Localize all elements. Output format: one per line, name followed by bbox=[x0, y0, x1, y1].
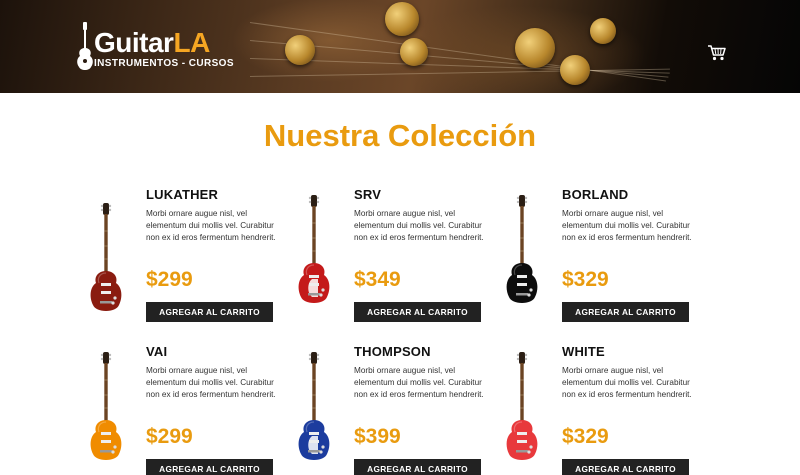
product-name: SRV bbox=[354, 187, 382, 202]
product-price: $399 bbox=[354, 425, 401, 448]
add-to-cart-button[interactable]: AGREGAR AL CARRITO bbox=[146, 302, 273, 322]
add-to-cart-button[interactable]: AGREGAR AL CARRITO bbox=[562, 459, 689, 475]
cart-icon[interactable] bbox=[707, 44, 727, 62]
product-info: LUKATHER Morbi ornare augue nisl, vel el… bbox=[146, 187, 286, 322]
product-name: VAI bbox=[146, 344, 168, 359]
tuning-peg bbox=[285, 35, 315, 65]
product-info: SRV Morbi ornare augue nisl, vel element… bbox=[354, 187, 494, 322]
tuning-peg bbox=[385, 2, 419, 36]
product-card: SRV Morbi ornare augue nisl, vel element… bbox=[294, 187, 494, 337]
brand-accent: LA bbox=[173, 27, 210, 58]
product-price: $299 bbox=[146, 425, 193, 448]
product-card: WHITE Morbi ornare augue nisl, vel eleme… bbox=[502, 344, 702, 475]
page-title: Nuestra Colección bbox=[263, 118, 537, 153]
product-card: BORLAND Morbi ornare augue nisl, vel ele… bbox=[502, 187, 702, 337]
guitar-image bbox=[294, 350, 334, 470]
product-info: THOMPSON Morbi ornare augue nisl, vel el… bbox=[354, 344, 494, 475]
product-price: $329 bbox=[562, 268, 609, 291]
product-description: Morbi ornare augue nisl, vel elementum d… bbox=[354, 209, 484, 243]
product-name: WHITE bbox=[562, 344, 605, 359]
guitar-image bbox=[294, 193, 334, 313]
add-to-cart-button[interactable]: AGREGAR AL CARRITO bbox=[354, 459, 481, 475]
guitar-image bbox=[502, 193, 542, 313]
tuning-peg bbox=[560, 55, 590, 85]
guitar-image bbox=[502, 350, 542, 470]
product-name: BORLAND bbox=[562, 187, 629, 202]
brand-primary: Guitar bbox=[94, 27, 174, 58]
site-logo[interactable]: GuitarLA INSTRUMENTOS - CURSOS bbox=[76, 22, 246, 74]
product-price: $299 bbox=[146, 268, 193, 291]
product-name: LUKATHER bbox=[146, 187, 219, 202]
guitar-string bbox=[249, 58, 670, 74]
product-price: $329 bbox=[562, 425, 609, 448]
brand-name: GuitarLA bbox=[94, 28, 210, 58]
product-info: VAI Morbi ornare augue nisl, vel element… bbox=[146, 344, 286, 475]
product-price: $349 bbox=[354, 268, 401, 291]
product-description: Morbi ornare augue nisl, vel elementum d… bbox=[146, 366, 276, 400]
product-card: THOMPSON Morbi ornare augue nisl, vel el… bbox=[294, 344, 494, 475]
guitar-image bbox=[86, 350, 126, 470]
product-description: Morbi ornare augue nisl, vel elementum d… bbox=[562, 209, 692, 243]
product-description: Morbi ornare augue nisl, vel elementum d… bbox=[146, 209, 276, 243]
tuning-peg bbox=[400, 38, 428, 66]
tuning-peg bbox=[515, 28, 555, 68]
tuning-peg bbox=[590, 18, 616, 44]
product-card: VAI Morbi ornare augue nisl, vel element… bbox=[86, 344, 286, 475]
product-info: WHITE Morbi ornare augue nisl, vel eleme… bbox=[562, 344, 702, 475]
guitar-logo-icon bbox=[77, 22, 93, 70]
product-description: Morbi ornare augue nisl, vel elementum d… bbox=[562, 366, 692, 400]
add-to-cart-button[interactable]: AGREGAR AL CARRITO bbox=[562, 302, 689, 322]
product-description: Morbi ornare augue nisl, vel elementum d… bbox=[354, 366, 484, 400]
add-to-cart-button[interactable]: AGREGAR AL CARRITO bbox=[354, 302, 481, 322]
product-card: LUKATHER Morbi ornare augue nisl, vel el… bbox=[86, 187, 286, 337]
brand-tagline: INSTRUMENTOS - CURSOS bbox=[94, 58, 234, 69]
site-header: GuitarLA INSTRUMENTOS - CURSOS bbox=[0, 0, 800, 93]
guitar-image bbox=[86, 201, 126, 321]
add-to-cart-button[interactable]: AGREGAR AL CARRITO bbox=[146, 459, 273, 475]
product-info: BORLAND Morbi ornare augue nisl, vel ele… bbox=[562, 187, 702, 322]
product-name: THOMPSON bbox=[354, 344, 431, 359]
